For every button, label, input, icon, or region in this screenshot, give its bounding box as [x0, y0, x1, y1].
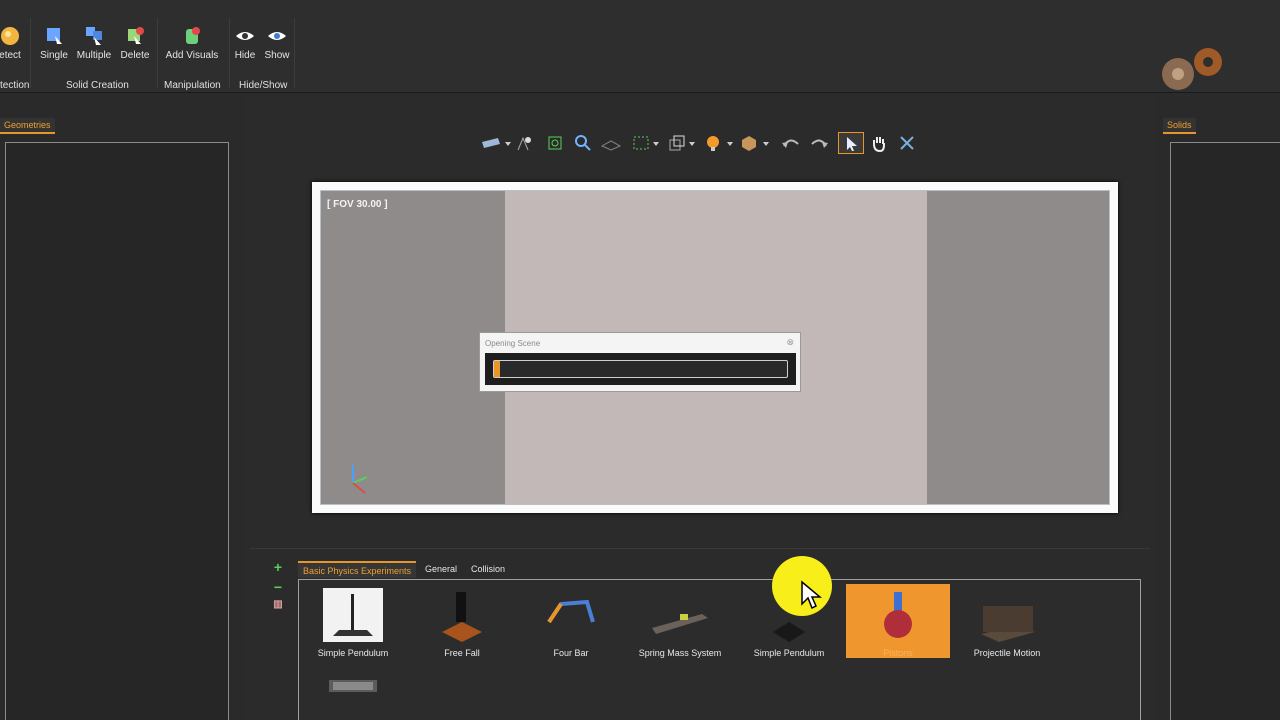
library-settings-icon[interactable]: ▥ [272, 599, 284, 610]
chevron-down-icon[interactable] [688, 134, 696, 152]
experiment-label: Simple Pendulum [753, 648, 825, 658]
dialog-body [485, 353, 796, 385]
multiple-button[interactable]: Multiple [72, 26, 116, 61]
progress-fill [494, 361, 500, 377]
tab-basic-physics-experiments[interactable]: Basic Physics Experiments [298, 561, 417, 578]
chevron-down-icon[interactable] [504, 134, 512, 152]
group-solid-creation: Solid Creation [66, 80, 129, 91]
tab-geometries[interactable]: Geometries [0, 118, 55, 134]
experiment-row2-item[interactable] [301, 666, 405, 706]
light-icon[interactable] [704, 134, 722, 152]
close-icon[interactable]: ⊗ [786, 337, 794, 348]
left-panel: Geometries [0, 96, 246, 720]
four-bar-thumbnail [547, 599, 595, 624]
detect-button[interactable]: etect [0, 26, 32, 61]
single-button[interactable]: Single [32, 26, 76, 61]
delete-label: Delete [120, 50, 150, 61]
pointer-icon [847, 137, 857, 151]
ribbon-divider [229, 18, 230, 88]
add-item-icon[interactable]: + [272, 559, 284, 575]
show-button[interactable]: Show [255, 26, 299, 61]
eye-icon [268, 32, 286, 40]
tab-collision[interactable]: Collision [466, 561, 510, 578]
ribbon-divider [157, 18, 158, 88]
chevron-down-icon[interactable] [726, 134, 734, 152]
experiment-thumbnail [329, 680, 377, 692]
experiment-four-bar[interactable]: Four Bar [519, 584, 623, 658]
experiment-simple-pendulum[interactable]: Simple Pendulum [301, 584, 405, 658]
tab-solids[interactable]: Solids [1163, 118, 1196, 134]
hand-pan-icon[interactable] [870, 134, 888, 152]
grid-plane-icon[interactable] [600, 134, 622, 152]
dialog-title: Opening Scene [485, 339, 541, 348]
experiment-label: Pistons [883, 648, 913, 658]
single-solid-icon [47, 28, 62, 44]
pivot-icon[interactable] [514, 134, 532, 152]
gears-logo-icon [1162, 48, 1222, 90]
experiment-grid: Simple Pendulum Free Fall Four Bar Sprin… [298, 579, 1141, 720]
spring-mass-thumbnail [652, 614, 708, 634]
add-visuals-icon [186, 27, 200, 44]
hide-label: Hide [234, 50, 256, 61]
multiple-solid-icon [86, 27, 102, 45]
undo-icon[interactable] [780, 134, 802, 152]
group-manipulation: Manipulation [164, 80, 221, 91]
ribbon-divider [294, 18, 295, 88]
group-hide-show: Hide/Show [239, 80, 288, 91]
tab-general[interactable]: General [420, 561, 462, 578]
mouse-cursor-icon [801, 580, 822, 610]
delete-solid-icon [128, 27, 144, 44]
geometries-list[interactable] [5, 142, 229, 720]
add-visuals-button[interactable]: Add Visuals [164, 26, 220, 61]
select-tool-button[interactable] [838, 132, 864, 154]
experiment-spring-mass-system[interactable]: Spring Mass System [628, 584, 732, 658]
chevron-down-icon[interactable] [762, 134, 770, 152]
detect-icon [1, 27, 19, 45]
fov-label: [ FOV 30.00 ] [327, 199, 388, 210]
solids-list[interactable] [1170, 142, 1280, 720]
experiment-label: Spring Mass System [638, 648, 722, 658]
experiment-label: Projectile Motion [973, 648, 1041, 658]
eye-icon [236, 32, 254, 40]
detect-label: etect [0, 50, 21, 61]
multiple-label: Multiple [76, 50, 112, 61]
redo-icon[interactable] [808, 134, 830, 152]
camera-icon[interactable] [480, 134, 502, 152]
ribbon-toolbar: etect Single Multiple Delete Add Visuals… [0, 0, 1280, 93]
app-window: etect Single Multiple Delete Add Visuals… [0, 0, 1280, 720]
delete-button[interactable]: Delete [113, 26, 157, 61]
progress-bar [493, 360, 788, 378]
experiment-projectile-motion[interactable]: Projectile Motion [955, 584, 1059, 658]
experiment-pistons[interactable]: Pistons [846, 584, 950, 658]
free-fall-thumbnail [442, 592, 482, 642]
view-layers-icon[interactable] [668, 134, 686, 152]
chevron-down-icon[interactable] [652, 134, 660, 152]
experiment-label: Four Bar [553, 648, 589, 658]
remove-item-icon[interactable]: − [272, 579, 284, 595]
viewport-toolbar [478, 132, 918, 154]
ribbon-divider [30, 18, 31, 88]
show-label: Show [264, 50, 290, 61]
zoom-fit-icon[interactable] [546, 134, 564, 152]
experiment-label: Free Fall [444, 648, 480, 658]
scissors-icon[interactable] [898, 134, 916, 152]
group-detection: tection [0, 80, 30, 91]
opening-scene-dialog: Opening Scene ⊗ [479, 332, 801, 392]
axes-gizmo-icon [352, 465, 368, 494]
box-select-icon[interactable] [632, 134, 650, 152]
single-label: Single [40, 50, 68, 61]
material-cube-icon[interactable] [740, 134, 758, 152]
pistons-thumbnail [884, 592, 912, 638]
experiment-label: Simple Pendulum [317, 648, 389, 658]
add-visuals-label: Add Visuals [165, 50, 219, 61]
experiment-library: + − ▥ Basic Physics Experiments General … [250, 548, 1150, 720]
experiment-free-fall[interactable]: Free Fall [410, 584, 514, 658]
magnifier-icon[interactable] [574, 134, 592, 152]
projectile-motion-thumbnail [981, 606, 1035, 642]
simple-pendulum-thumbnail [323, 588, 383, 642]
right-panel: Solids [1154, 96, 1280, 720]
